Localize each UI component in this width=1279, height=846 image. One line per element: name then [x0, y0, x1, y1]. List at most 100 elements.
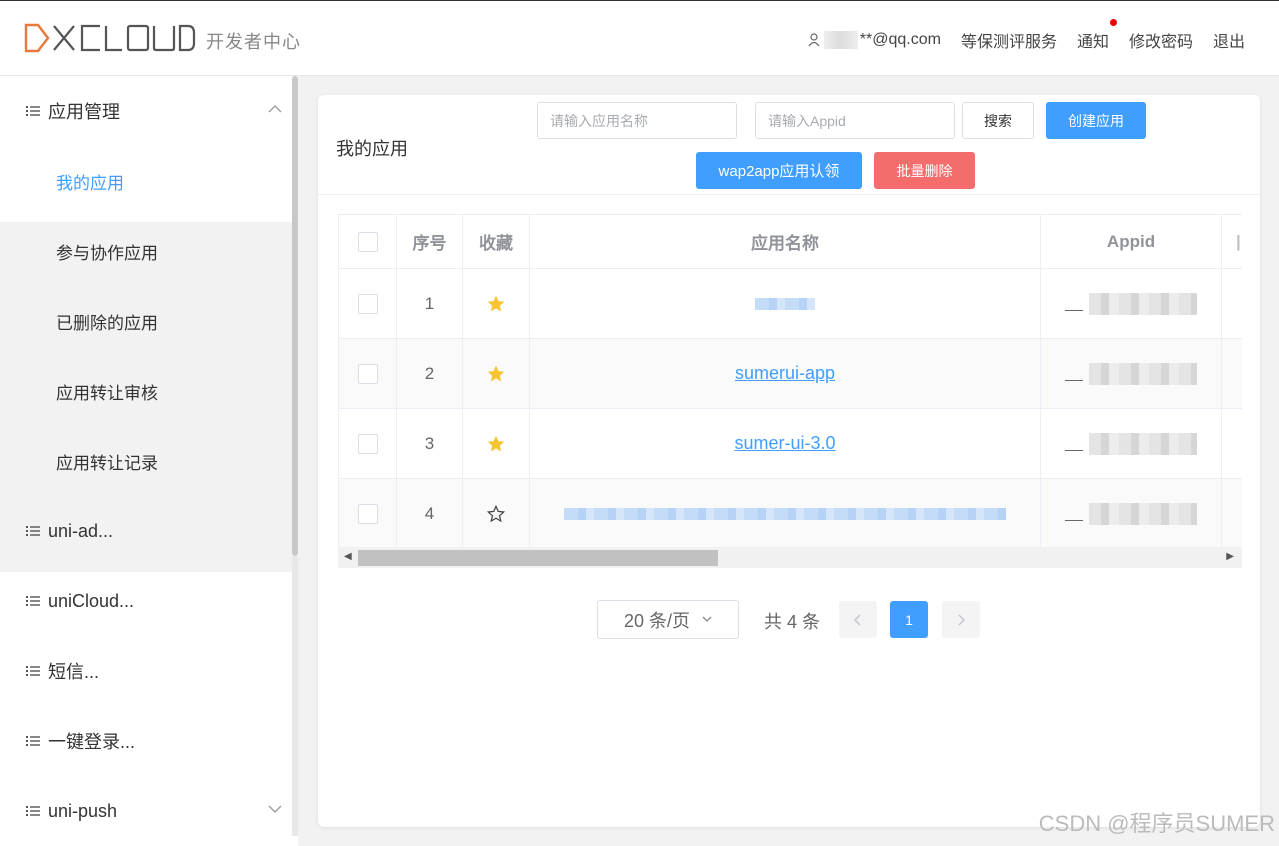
sidebar-item-deleted-apps[interactable]: 已删除的应用: [0, 286, 292, 356]
next-page-button[interactable]: [942, 601, 980, 638]
app-name-redacted[interactable]: [755, 297, 815, 310]
list-icon: [26, 666, 40, 676]
notification-dot: [1109, 19, 1117, 26]
appid-prefix: __: [1065, 504, 1083, 522]
row-checkbox[interactable]: [357, 503, 378, 524]
app-name-redacted[interactable]: [564, 507, 1006, 520]
sidebar-scrollbar-track[interactable]: [292, 556, 298, 836]
search-button[interactable]: 搜索: [962, 102, 1034, 139]
header-app-name: 应用名称: [530, 215, 1041, 268]
row-index: 2: [397, 339, 463, 408]
appid-prefix: __: [1065, 434, 1083, 452]
row-checkbox[interactable]: [357, 293, 378, 314]
nav-logout[interactable]: 退出: [1213, 28, 1245, 52]
row-select-cell: [338, 409, 397, 478]
more-cell: [1222, 269, 1242, 338]
page-button-current[interactable]: 1: [890, 601, 928, 638]
sidebar-item-collab-apps[interactable]: 参与协作应用: [0, 216, 292, 286]
header-appid: Appid: [1041, 215, 1222, 268]
user-account[interactable]: **@qq.com: [808, 31, 941, 49]
appid-redacted: __: [1065, 292, 1197, 315]
star-filled-icon[interactable]: [486, 434, 506, 454]
appid-prefix: __: [1065, 364, 1083, 382]
row-select-cell: [338, 269, 397, 338]
sidebar-group-label: 短信...: [48, 662, 100, 682]
star-filled-icon[interactable]: [486, 364, 506, 384]
scrollbar-thumb[interactable]: [358, 550, 718, 566]
favorite-cell: [463, 339, 530, 408]
favorite-cell: [463, 479, 530, 548]
sidebar-group-sms[interactable]: 短信...: [0, 636, 292, 706]
sidebar-item-transfer-review[interactable]: 应用转让审核: [0, 356, 292, 426]
sidebar-group-app-management[interactable]: 应用管理: [0, 76, 292, 146]
favorite-cell: [463, 269, 530, 338]
appid-blur: [1088, 502, 1197, 525]
search-app-name-input[interactable]: [537, 102, 737, 139]
scroll-left-icon[interactable]: ◀: [344, 551, 352, 562]
sidebar-group-one-click-login[interactable]: 一键登录...: [0, 706, 292, 776]
list-icon: [26, 106, 40, 116]
row-checkbox[interactable]: [357, 363, 378, 384]
more-cell: [1222, 339, 1242, 408]
batch-delete-button[interactable]: 批量删除: [874, 152, 975, 189]
prev-page-button[interactable]: [839, 601, 877, 638]
user-icon: [808, 33, 820, 47]
nav-compliance-service[interactable]: 等保测评服务: [961, 28, 1057, 52]
sidebar-item-my-apps[interactable]: 我的应用: [0, 146, 292, 216]
sidebar-group-label: uni-push: [48, 800, 118, 821]
app-name-link[interactable]: sumer-ui-3.0: [734, 433, 835, 454]
star-filled-icon[interactable]: [486, 294, 506, 314]
sidebar-group-label: uni-ad...: [48, 520, 114, 541]
row-index: 4: [397, 479, 463, 548]
sidebar-group-label: 应用管理: [48, 102, 120, 122]
row-index: 1: [397, 269, 463, 338]
nav-change-password[interactable]: 修改密码: [1129, 28, 1193, 52]
appid-cell: __: [1041, 409, 1222, 478]
header-favorite: 收藏: [463, 215, 530, 268]
nav-notifications-label: 通知: [1076, 34, 1109, 51]
nav-notifications[interactable]: 通知: [1076, 19, 1117, 52]
app-name-link[interactable]: sumerui-app: [735, 363, 835, 384]
sidebar-scrollbar-thumb[interactable]: [292, 76, 298, 556]
divider: [318, 194, 1260, 195]
scroll-right-icon[interactable]: ▶: [1226, 551, 1234, 562]
star-outline-icon[interactable]: [486, 504, 506, 524]
list-icon: [26, 526, 40, 536]
create-app-button[interactable]: 创建应用: [1046, 102, 1146, 139]
page-size-select[interactable]: 20 条/页: [597, 600, 739, 639]
sidebar: 应用管理 我的应用 参与协作应用 已删除的应用 应用转让审核 应用转让记录 un…: [0, 76, 298, 846]
app-name-cell: sumerui-app: [530, 339, 1041, 408]
row-select-cell: [338, 479, 397, 548]
appid-redacted: __: [1065, 502, 1197, 525]
sidebar-item-transfer-records[interactable]: 应用转让记录: [0, 426, 292, 496]
list-icon: [26, 736, 40, 746]
chevron-left-icon: [854, 613, 861, 626]
header-index: 序号: [397, 215, 463, 268]
search-appid-input[interactable]: [755, 102, 955, 139]
list-icon: [26, 806, 40, 816]
row-select-cell: [338, 339, 397, 408]
app-name-cell: [530, 269, 1041, 338]
sidebar-group-uni-ad[interactable]: uni-ad...: [0, 496, 292, 566]
table-row: 2 sumerui-app __: [338, 339, 1242, 409]
chevron-down-icon: [702, 616, 712, 622]
chevron-up-icon: [268, 105, 282, 113]
sidebar-group-unicloud[interactable]: uniCloud...: [0, 566, 292, 636]
sidebar-group-uni-push[interactable]: uni-push: [0, 776, 292, 846]
chevron-down-icon: [268, 805, 282, 813]
row-index: 3: [397, 409, 463, 478]
row-checkbox[interactable]: [357, 433, 378, 454]
dcloud-logo[interactable]: [24, 23, 196, 53]
wap2app-claim-button[interactable]: wap2app应用认领: [696, 152, 862, 189]
more-cell: [1222, 479, 1242, 548]
page-title: 我的应用: [336, 139, 408, 159]
appid-blur: [1088, 432, 1197, 455]
table-row: 3 sumer-ui-3.0 __: [338, 409, 1242, 479]
header-more: |: [1222, 215, 1242, 268]
favorite-cell: [463, 409, 530, 478]
app-name-cell: sumer-ui-3.0: [530, 409, 1041, 478]
page-size-value: 20 条/页: [623, 610, 691, 631]
select-all-checkbox[interactable]: [357, 231, 378, 252]
table-horizontal-scrollbar[interactable]: ◀ ▶: [338, 547, 1242, 568]
header-subtitle: 开发者中心: [206, 32, 301, 52]
